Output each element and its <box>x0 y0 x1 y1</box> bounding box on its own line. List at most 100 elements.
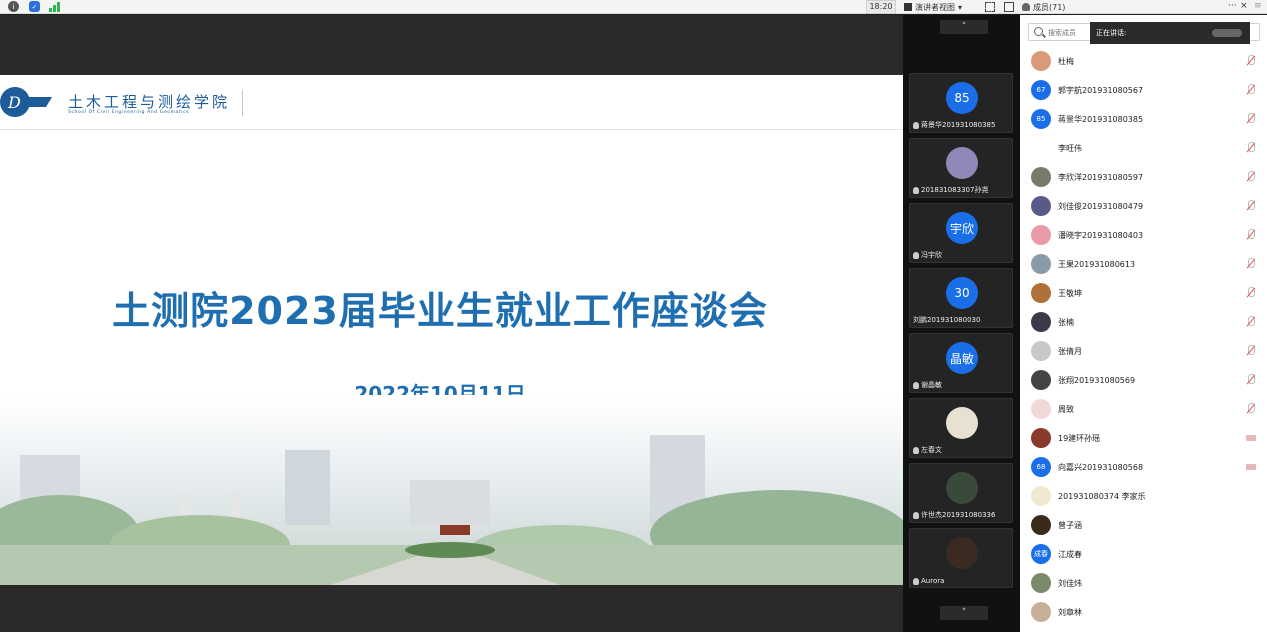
member-name: 王果201931080613 <box>1058 260 1136 269</box>
avatar <box>1031 254 1051 274</box>
avatar <box>1031 225 1051 245</box>
close-panel-button[interactable]: × <box>1240 0 1248 12</box>
member-row[interactable]: 王果201931080613 <box>1020 250 1267 279</box>
tile-name-row: 刘鹏201931080030 <box>913 315 980 325</box>
tile-name: 蒋景华201931080385 <box>921 121 996 129</box>
member-row[interactable]: 85 蒋景华201931080385 <box>1020 105 1267 134</box>
member-name: 201931080374 李家乐 <box>1058 492 1146 501</box>
member-name: 李欣洋201931080597 <box>1058 173 1144 182</box>
video-strip: ˄ 85 蒋景华201931080385 201831083307孙尧 宇欣 冯… <box>903 15 1020 632</box>
tile-name-row: 许世杰201931080336 <box>913 510 995 520</box>
mic-muted-icon[interactable] <box>1246 287 1255 298</box>
mic-muted-icon[interactable] <box>1246 316 1255 327</box>
fullscreen-icon[interactable] <box>985 2 995 12</box>
camera-icon[interactable] <box>1246 464 1256 470</box>
avatar <box>1031 399 1051 419</box>
mic-muted-icon[interactable] <box>1246 258 1255 269</box>
member-row[interactable]: 杜梅 <box>1020 47 1267 76</box>
avatar <box>1031 486 1051 506</box>
view-mode-button[interactable]: 演讲者视图 ▾ <box>904 0 962 14</box>
school-name-en: School Of Civil Engineering And Geomatic… <box>68 110 190 115</box>
mic-muted-icon[interactable] <box>1246 113 1255 124</box>
member-row[interactable]: 王敬坤 <box>1020 279 1267 308</box>
avatar <box>1031 573 1051 593</box>
signal-icon[interactable] <box>48 2 60 12</box>
chevron-down-icon: ▾ <box>958 2 963 12</box>
avatar <box>1031 370 1051 390</box>
member-row[interactable]: 68 向嘉兴201931080568 <box>1020 453 1267 482</box>
member-name: 刘章林 <box>1058 608 1082 617</box>
shared-screen-area: D 土木工程与测绘学院 School Of Civil Engineering … <box>0 15 903 632</box>
mic-muted-icon[interactable] <box>1246 84 1255 95</box>
video-tile[interactable]: 晶敏 谢晶敏 <box>909 333 1013 393</box>
member-row[interactable]: 张楠 <box>1020 308 1267 337</box>
mic-muted-icon[interactable] <box>1246 229 1255 240</box>
members-tab[interactable]: 成员(71) <box>1022 0 1065 14</box>
mic-muted-icon[interactable] <box>1246 55 1255 66</box>
tile-name: 201831083307孙尧 <box>921 186 989 194</box>
member-row[interactable]: 张倩月 <box>1020 337 1267 366</box>
members-icon <box>1022 3 1030 11</box>
member-row[interactable]: 201931080374 李家乐 <box>1020 482 1267 511</box>
member-row[interactable]: 刘章林 <box>1020 598 1267 627</box>
tile-name: 谢晶敏 <box>921 381 942 389</box>
video-tile[interactable]: 30 刘鹏201931080030 <box>909 268 1013 328</box>
menu-icon[interactable]: ≡ <box>1254 0 1262 12</box>
member-name: 杜梅 <box>1058 57 1074 66</box>
scroll-up-button[interactable]: ˄ <box>940 20 988 34</box>
side-panel-icon[interactable] <box>1004 2 1014 12</box>
video-tile[interactable]: 许世杰201931080336 <box>909 463 1013 523</box>
camera-icon[interactable] <box>1246 435 1256 441</box>
tile-name: 刘鹏201931080030 <box>913 316 981 324</box>
mic-muted-icon[interactable] <box>1246 345 1255 356</box>
member-row[interactable]: 李旺伟 <box>1020 134 1267 163</box>
meeting-window: i ✓ 18:20 演讲者视图 ▾ 成员(71) ··· × ≡ D 土木工程与… <box>0 0 1267 632</box>
member-name: 周致 <box>1058 405 1074 414</box>
mic-muted-icon[interactable] <box>1246 200 1255 211</box>
member-row[interactable]: 李欣洋201931080597 <box>1020 163 1267 192</box>
member-row[interactable]: 周致 <box>1020 395 1267 424</box>
tile-name-row: 201831083307孙尧 <box>913 185 988 195</box>
mic-icon <box>913 446 919 454</box>
campus-background-image <box>0 395 903 585</box>
member-name: 蒋景华201931080385 <box>1058 115 1144 124</box>
avatar <box>946 407 978 439</box>
mic-muted-icon[interactable] <box>1246 142 1255 153</box>
avatar: 宇欣 <box>946 212 978 244</box>
school-logo-icon: D <box>0 87 52 117</box>
video-tile[interactable]: 宇欣 冯宇欣 <box>909 203 1013 263</box>
member-name: 江成春 <box>1058 550 1082 559</box>
member-row[interactable]: 19建环孙瑶 <box>1020 424 1267 453</box>
member-row[interactable]: 成春 江成春 <box>1020 540 1267 569</box>
mic-icon <box>913 121 919 129</box>
more-options-button[interactable]: ··· <box>1228 0 1237 12</box>
video-tile[interactable]: 201831083307孙尧 <box>909 138 1013 198</box>
svg-text:D: D <box>7 93 21 112</box>
shield-icon[interactable]: ✓ <box>29 1 40 12</box>
search-icon <box>1034 27 1043 36</box>
presentation-slide: D 土木工程与测绘学院 School Of Civil Engineering … <box>0 75 903 585</box>
avatar: 30 <box>946 277 978 309</box>
member-row[interactable]: 张翔201931080569 <box>1020 366 1267 395</box>
mic-muted-icon[interactable] <box>1246 374 1255 385</box>
member-row[interactable]: 刘佳炜 <box>1020 569 1267 598</box>
info-icon[interactable]: i <box>8 1 19 12</box>
mic-muted-icon[interactable] <box>1246 403 1255 414</box>
member-name: 刘佳俊201931080479 <box>1058 202 1144 211</box>
member-row[interactable]: 67 郭宇航201931080567 <box>1020 76 1267 105</box>
member-row[interactable]: 刘佳俊201931080479 <box>1020 192 1267 221</box>
scroll-down-button[interactable]: ˅ <box>940 606 988 620</box>
member-row[interactable]: 曾子涵 <box>1020 511 1267 540</box>
mic-muted-icon[interactable] <box>1246 171 1255 182</box>
mic-icon <box>913 251 919 259</box>
video-tile[interactable]: 左春文 <box>909 398 1013 458</box>
member-name: 王敬坤 <box>1058 289 1082 298</box>
tile-name: 许世杰201931080336 <box>921 511 996 519</box>
mic-icon <box>913 511 919 519</box>
member-name: 张楠 <box>1058 318 1074 327</box>
video-tile[interactable]: Aurora <box>909 528 1013 588</box>
avatar <box>1031 341 1051 361</box>
tile-name-row: 左春文 <box>913 445 942 455</box>
member-row[interactable]: 潘晓宇201931080403 <box>1020 221 1267 250</box>
video-tile[interactable]: 85 蒋景华201931080385 <box>909 73 1013 133</box>
